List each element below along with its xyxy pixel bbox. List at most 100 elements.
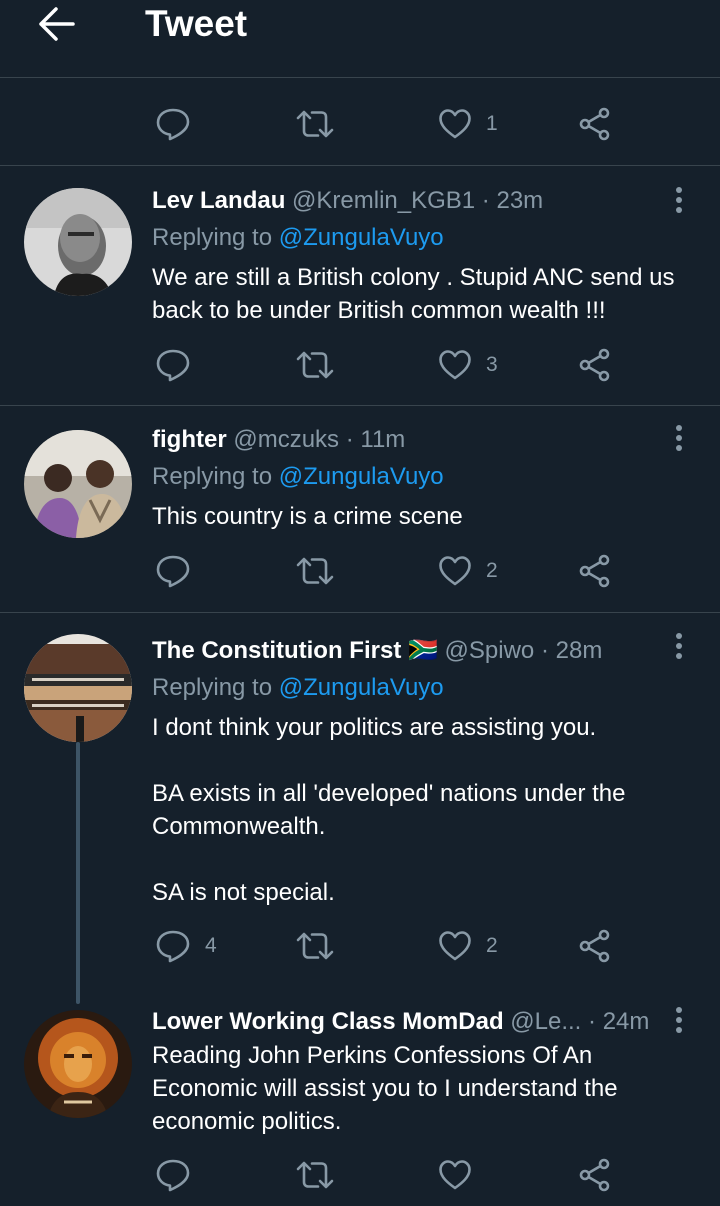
reply-count: 4	[205, 934, 217, 957]
user-handle[interactable]: @mczuks	[233, 426, 339, 453]
display-name[interactable]: Lev Landau	[152, 187, 285, 214]
reply-header: Lev Landau @Kremlin_KGB1 · 23m	[152, 184, 543, 217]
share-icon	[578, 554, 612, 588]
retweet-button[interactable]	[295, 926, 335, 966]
like-count: 2	[486, 559, 498, 582]
arrow-left-icon[interactable]	[36, 6, 76, 42]
retweet-icon	[295, 107, 335, 141]
separator-dot: ·	[345, 426, 354, 453]
retweet-icon	[295, 348, 335, 382]
reply-header: The Constitution First 🇿🇦 @Spiwo · 28m	[152, 634, 602, 667]
share-button[interactable]	[578, 551, 612, 591]
mention-link[interactable]: @ZungulaVuyo	[279, 463, 444, 490]
heart-icon	[438, 1159, 472, 1191]
tweet-text: We are still a British colony . Stupid A…	[152, 261, 702, 327]
user-handle[interactable]: @Spiwo	[445, 637, 535, 664]
tweet-line: economic politics.	[152, 1108, 342, 1135]
like-button[interactable]	[438, 1155, 472, 1195]
share-button[interactable]	[578, 104, 612, 144]
like-button[interactable]: 1	[438, 104, 498, 144]
tweet-actions: 3	[0, 345, 720, 385]
main-tweet-actions: 1	[0, 104, 720, 144]
retweet-icon	[295, 929, 335, 963]
retweet-icon	[295, 1158, 335, 1192]
tweet-actions: 2	[0, 551, 720, 591]
like-count: 3	[486, 353, 498, 376]
tweet-text: This country is a crime scene	[152, 500, 702, 533]
reply-button[interactable]	[155, 104, 191, 144]
tweet-line: Economic will assist you to I understand…	[152, 1075, 618, 1102]
reply-icon	[155, 107, 191, 141]
reply-icon	[155, 554, 191, 588]
timestamp[interactable]: 11m	[360, 426, 405, 453]
replying-to-label: Replying to	[152, 463, 279, 490]
tweet-text: Reading John Perkins Confessions Of An E…	[152, 1039, 702, 1138]
reply-button[interactable]: 4	[155, 926, 217, 966]
share-icon	[578, 1158, 612, 1192]
share-button[interactable]	[578, 345, 612, 385]
separator-dot: ·	[588, 1008, 597, 1035]
reply-button[interactable]	[155, 345, 191, 385]
flag-emoji: 🇿🇦	[407, 637, 438, 664]
tweet-line	[152, 843, 702, 876]
avatar[interactable]	[24, 430, 132, 538]
separator-dot: ·	[481, 187, 490, 214]
heart-icon	[438, 349, 472, 381]
more-vertical-icon[interactable]	[664, 186, 694, 216]
reply-icon	[155, 348, 191, 382]
divider	[0, 405, 720, 406]
more-vertical-icon[interactable]	[664, 424, 694, 454]
retweet-button[interactable]	[295, 104, 335, 144]
share-icon	[578, 107, 612, 141]
like-button[interactable]: 2	[438, 926, 498, 966]
user-handle[interactable]: @Kremlin_KGB1	[292, 187, 475, 214]
more-vertical-icon[interactable]	[664, 1006, 694, 1036]
mention-link[interactable]: @ZungulaVuyo	[279, 674, 444, 701]
avatar[interactable]	[24, 188, 132, 296]
heart-icon	[438, 930, 472, 962]
reply-icon	[155, 929, 191, 963]
avatar[interactable]	[24, 634, 132, 742]
display-name[interactable]: Lower Working Class MomDad	[152, 1008, 504, 1035]
heart-icon	[438, 108, 472, 140]
share-icon	[578, 929, 612, 963]
tweet-line: back to be under British common wealth !…	[152, 297, 606, 324]
tweet-line	[152, 744, 702, 777]
display-name[interactable]: fighter	[152, 426, 227, 453]
mention-link[interactable]: @ZungulaVuyo	[279, 224, 444, 251]
more-vertical-icon[interactable]	[664, 632, 694, 662]
avatar[interactable]	[24, 1010, 132, 1118]
tweet-actions: 4 2	[0, 926, 720, 966]
user-handle[interactable]: @Le...	[510, 1008, 581, 1035]
share-icon	[578, 348, 612, 382]
retweet-icon	[295, 554, 335, 588]
retweet-button[interactable]	[295, 1155, 335, 1195]
replying-to: Replying to @ZungulaVuyo	[152, 460, 444, 493]
timestamp[interactable]: 28m	[556, 637, 603, 664]
reply-header: fighter @mczuks · 11m	[152, 423, 405, 456]
like-button[interactable]: 3	[438, 345, 498, 385]
like-count: 2	[486, 934, 498, 957]
tweet-actions	[0, 1155, 720, 1195]
like-button[interactable]: 2	[438, 551, 498, 591]
share-button[interactable]	[578, 1155, 612, 1195]
replying-to-label: Replying to	[152, 224, 279, 251]
tweet-line: This country is a crime scene	[152, 503, 463, 530]
timestamp[interactable]: 23m	[496, 187, 543, 214]
top-app-bar: Tweet	[0, 0, 720, 78]
display-name[interactable]: The Constitution First	[152, 637, 401, 664]
tweet-line: BA exists in all 'developed' nations und…	[152, 780, 626, 807]
divider	[0, 165, 720, 166]
like-count: 1	[486, 112, 498, 135]
tweet-line: Reading John Perkins Confessions Of An	[152, 1042, 593, 1069]
retweet-button[interactable]	[295, 551, 335, 591]
reply-button[interactable]	[155, 1155, 191, 1195]
reply-button[interactable]	[155, 551, 191, 591]
share-button[interactable]	[578, 926, 612, 966]
replying-to: Replying to @ZungulaVuyo	[152, 671, 444, 704]
tweet-line: We are still a British colony . Stupid A…	[152, 264, 675, 291]
timestamp[interactable]: 24m	[603, 1008, 650, 1035]
reply-header: Lower Working Class MomDad @Le... · 24m	[152, 1005, 649, 1038]
replying-to: Replying to @ZungulaVuyo	[152, 221, 444, 254]
retweet-button[interactable]	[295, 345, 335, 385]
